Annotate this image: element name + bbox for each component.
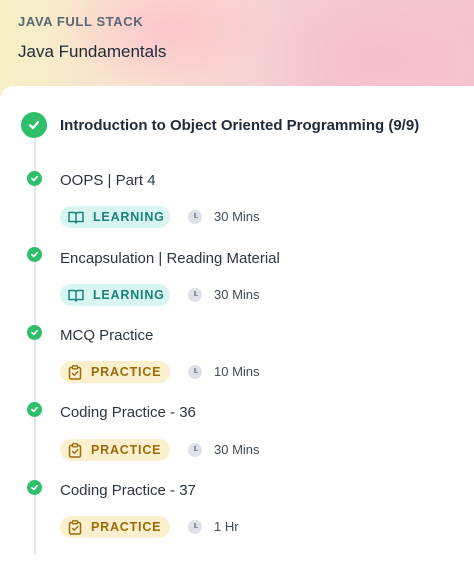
duration: 30 Mins bbox=[188, 287, 260, 302]
book-icon bbox=[68, 211, 84, 224]
duration-text: 1 Hr bbox=[214, 519, 239, 534]
item-complete-check-icon bbox=[27, 480, 42, 495]
badge-label: PRACTICE bbox=[91, 365, 162, 379]
clock-icon bbox=[188, 209, 202, 224]
clock-icon bbox=[188, 287, 202, 302]
item-title-encapsulation-reading-material[interactable]: Encapsulation | Reading Material bbox=[60, 250, 280, 267]
duration: 1 Hr bbox=[188, 519, 239, 534]
course-header: JAVA FULL STACK Java Fundamentals bbox=[0, 0, 474, 100]
section-complete-check-icon bbox=[21, 112, 47, 138]
duration-text: 30 Mins bbox=[214, 442, 260, 457]
duration: 30 Mins bbox=[188, 442, 260, 457]
practice-badge: PRACTICE bbox=[60, 439, 170, 461]
duration: 10 Mins bbox=[188, 364, 260, 379]
item-complete-check-icon bbox=[27, 402, 42, 417]
course-label: JAVA FULL STACK bbox=[18, 14, 144, 29]
clock-icon bbox=[188, 442, 202, 457]
clock-icon bbox=[188, 519, 202, 534]
badge-label: PRACTICE bbox=[91, 520, 162, 534]
clipboard-icon bbox=[68, 519, 82, 535]
practice-badge: PRACTICE bbox=[60, 361, 170, 383]
badge-label: LEARNING bbox=[93, 288, 165, 302]
section-title[interactable]: Introduction to Object Oriented Programm… bbox=[60, 117, 419, 134]
duration-text: 30 Mins bbox=[214, 209, 260, 224]
clock-icon bbox=[188, 364, 202, 379]
duration-text: 10 Mins bbox=[214, 364, 260, 379]
learning-badge: LEARNING bbox=[60, 284, 170, 306]
practice-badge: PRACTICE bbox=[60, 516, 170, 538]
learning-badge: LEARNING bbox=[60, 206, 170, 228]
item-title-coding-practice-37[interactable]: Coding Practice - 37 bbox=[60, 482, 196, 499]
item-complete-check-icon bbox=[27, 247, 42, 262]
item-title-coding-practice-36[interactable]: Coding Practice - 36 bbox=[60, 404, 196, 421]
item-title-mcq-practice[interactable]: MCQ Practice bbox=[60, 327, 153, 344]
duration: 30 Mins bbox=[188, 209, 260, 224]
book-icon bbox=[68, 289, 84, 302]
duration-text: 30 Mins bbox=[214, 287, 260, 302]
clipboard-icon bbox=[68, 364, 82, 380]
course-title: Java Fundamentals bbox=[18, 42, 167, 61]
item-complete-check-icon bbox=[27, 171, 42, 186]
badge-label: LEARNING bbox=[93, 210, 165, 224]
item-title-oops-part-4[interactable]: OOPS | Part 4 bbox=[60, 172, 156, 189]
item-complete-check-icon bbox=[27, 325, 42, 340]
badge-label: PRACTICE bbox=[91, 443, 162, 457]
clipboard-icon bbox=[68, 442, 82, 458]
